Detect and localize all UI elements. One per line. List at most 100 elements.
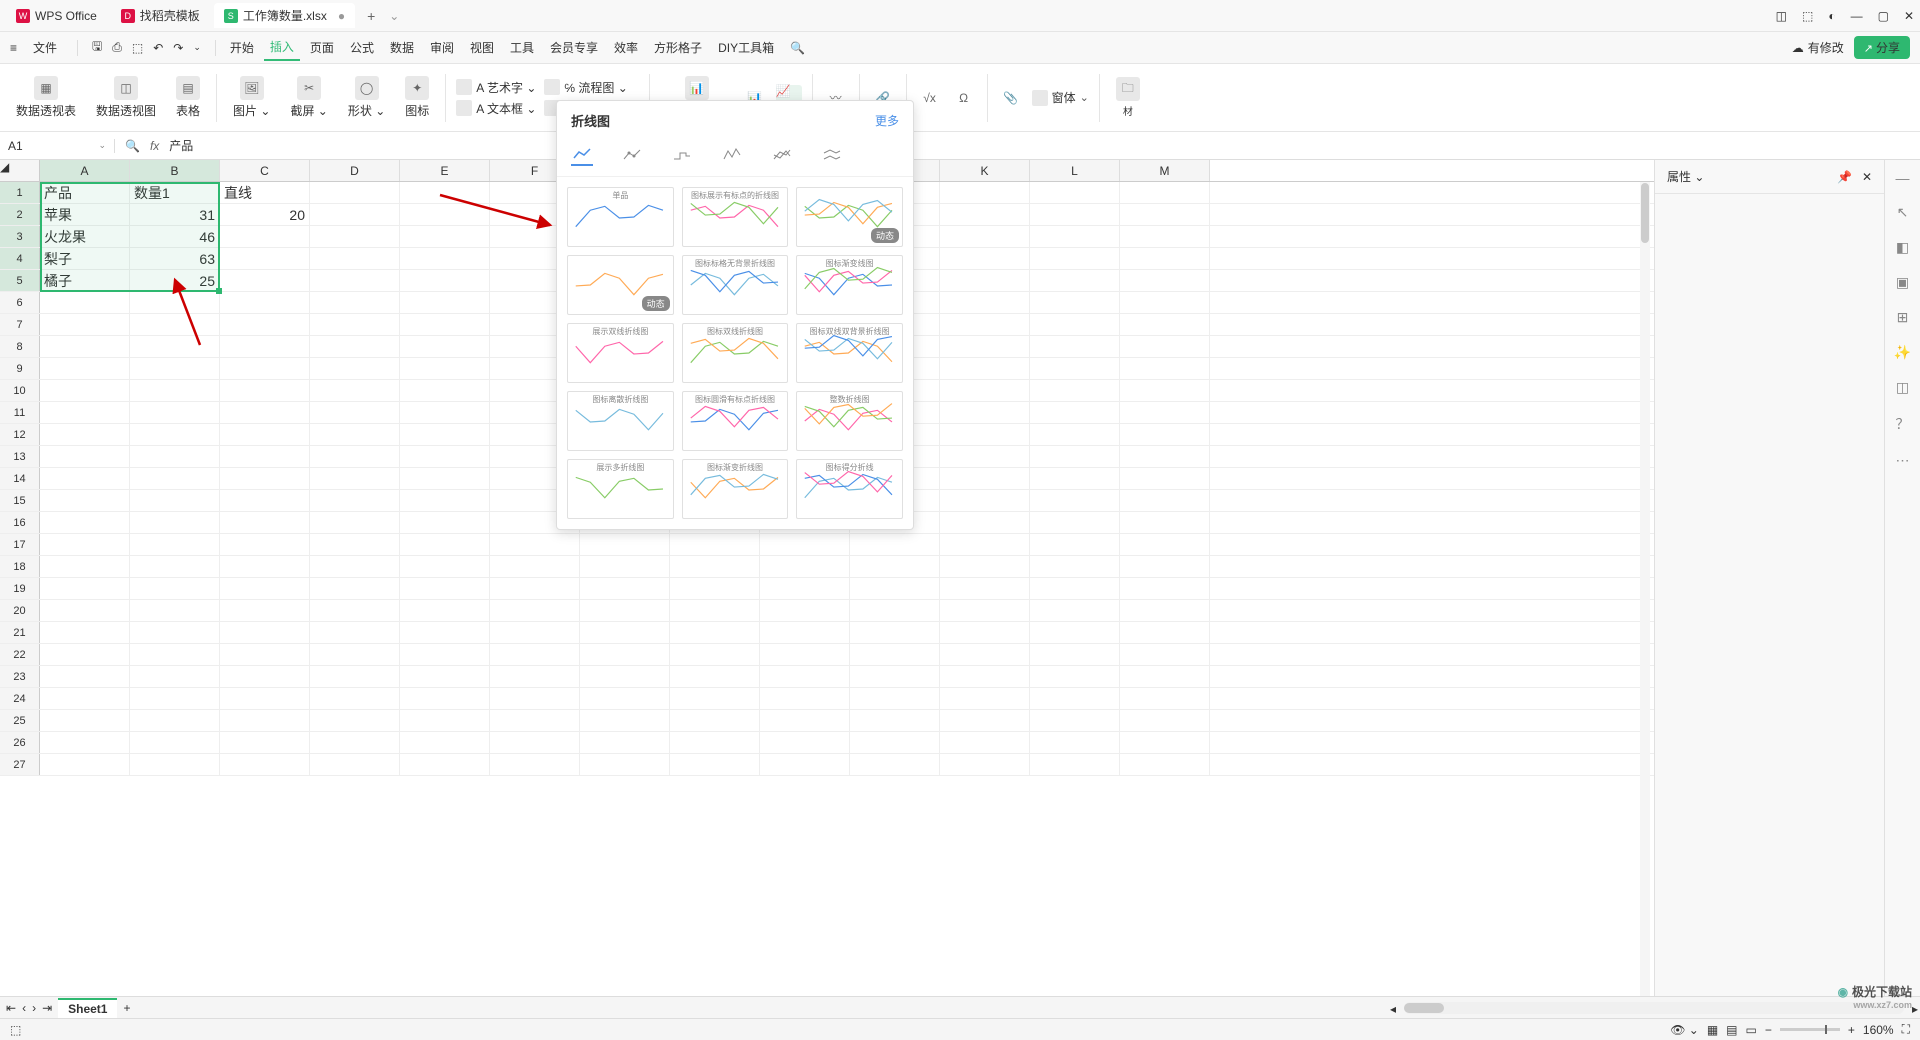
row-header[interactable]: 7 (0, 314, 40, 335)
next-sheet-icon[interactable]: › (32, 1001, 36, 1015)
menu-formula[interactable]: 公式 (344, 35, 380, 60)
cell[interactable] (220, 314, 310, 335)
cell[interactable] (850, 666, 940, 687)
cell[interactable] (1030, 490, 1120, 511)
menu-insert[interactable]: 插入 (264, 34, 300, 61)
cell[interactable] (1120, 358, 1210, 379)
cell[interactable] (130, 556, 220, 577)
cell[interactable] (220, 688, 310, 709)
cell[interactable] (850, 732, 940, 753)
resources-button[interactable]: 🗀材 (1110, 75, 1146, 120)
row-header[interactable]: 24 (0, 688, 40, 709)
cell[interactable] (130, 402, 220, 423)
cell[interactable] (40, 358, 130, 379)
row-header[interactable]: 18 (0, 556, 40, 577)
cell[interactable] (1030, 270, 1120, 291)
cell[interactable] (400, 248, 490, 269)
zoom-out-icon[interactable]: − (1765, 1023, 1772, 1037)
cell[interactable] (490, 600, 580, 621)
line-type-step-icon[interactable] (671, 144, 693, 166)
cell[interactable] (940, 182, 1030, 203)
cell[interactable] (940, 292, 1030, 313)
row-header[interactable]: 17 (0, 534, 40, 555)
cell[interactable]: 橘子 (40, 270, 130, 291)
cell[interactable] (220, 358, 310, 379)
cell[interactable] (760, 556, 850, 577)
cell[interactable] (1120, 336, 1210, 357)
line-type-basic-icon[interactable] (571, 144, 593, 166)
cell[interactable] (760, 644, 850, 665)
cell[interactable]: 63 (130, 248, 220, 269)
shapes-button[interactable]: ◯形状 ⌄ (342, 74, 391, 121)
cell[interactable]: 25 (130, 270, 220, 291)
cell[interactable] (940, 578, 1030, 599)
search-fn-icon[interactable]: 🔍 (125, 139, 140, 153)
cell[interactable] (940, 424, 1030, 445)
cell[interactable] (580, 688, 670, 709)
col-header[interactable]: K (940, 160, 1030, 181)
icons-button[interactable]: ✦图标 (399, 74, 435, 121)
table-button[interactable]: ▤表格 (170, 74, 206, 121)
equation-icon[interactable]: √x (917, 85, 943, 111)
row-header[interactable]: 20 (0, 600, 40, 621)
cell[interactable] (40, 622, 130, 643)
row-header[interactable]: 25 (0, 710, 40, 731)
print-icon[interactable]: ⎙ (112, 40, 122, 55)
cell[interactable] (130, 314, 220, 335)
cell[interactable] (940, 600, 1030, 621)
cell[interactable] (1120, 424, 1210, 445)
cell[interactable] (40, 578, 130, 599)
cell[interactable] (40, 644, 130, 665)
cell[interactable] (1120, 732, 1210, 753)
cell[interactable] (670, 556, 760, 577)
cell[interactable] (580, 622, 670, 643)
cell[interactable] (1030, 380, 1120, 401)
cell[interactable] (400, 556, 490, 577)
cell[interactable] (130, 732, 220, 753)
file-menu[interactable]: 文件 (27, 35, 63, 60)
cell[interactable] (1030, 534, 1120, 555)
more-link[interactable]: 更多 (875, 112, 899, 129)
close-icon[interactable]: ✕ (1904, 9, 1914, 23)
cell[interactable] (400, 226, 490, 247)
cell[interactable] (400, 336, 490, 357)
menu-review[interactable]: 审阅 (424, 35, 460, 60)
fullscreen-icon[interactable]: ⛶ (1902, 1022, 1910, 1037)
cell[interactable] (1030, 578, 1120, 599)
cell[interactable] (400, 666, 490, 687)
cell[interactable] (580, 754, 670, 775)
cell[interactable] (1120, 380, 1210, 401)
chart-thumbnail[interactable]: 展示双线折线图 (567, 323, 674, 383)
cell[interactable] (130, 600, 220, 621)
row-header[interactable]: 23 (0, 666, 40, 687)
tab-add-button[interactable]: + (359, 4, 383, 28)
cell[interactable] (580, 644, 670, 665)
menu-view[interactable]: 视图 (464, 35, 500, 60)
cell[interactable] (400, 182, 490, 203)
row-header[interactable]: 10 (0, 380, 40, 401)
cell[interactable] (490, 710, 580, 731)
row-header[interactable]: 14 (0, 468, 40, 489)
form-button[interactable]: 窗体 ⌄ (1032, 89, 1089, 106)
cell[interactable] (1030, 182, 1120, 203)
cell[interactable] (310, 556, 400, 577)
cell[interactable] (130, 490, 220, 511)
cell[interactable] (310, 204, 400, 225)
cell[interactable] (1120, 270, 1210, 291)
cell[interactable] (40, 600, 130, 621)
fx-side-icon[interactable]: ⊞ (1897, 309, 1909, 326)
cell[interactable] (1030, 666, 1120, 687)
menu-data[interactable]: 数据 (384, 35, 420, 60)
cell[interactable] (400, 468, 490, 489)
cell[interactable] (760, 578, 850, 599)
cell[interactable] (580, 556, 670, 577)
cell[interactable] (1120, 622, 1210, 643)
minimize-icon[interactable]: — (1851, 9, 1863, 23)
cell[interactable] (220, 292, 310, 313)
cell[interactable] (40, 754, 130, 775)
cell[interactable]: 46 (130, 226, 220, 247)
cell[interactable] (580, 732, 670, 753)
cell[interactable] (1120, 226, 1210, 247)
cell[interactable] (1120, 710, 1210, 731)
cell[interactable] (670, 578, 760, 599)
